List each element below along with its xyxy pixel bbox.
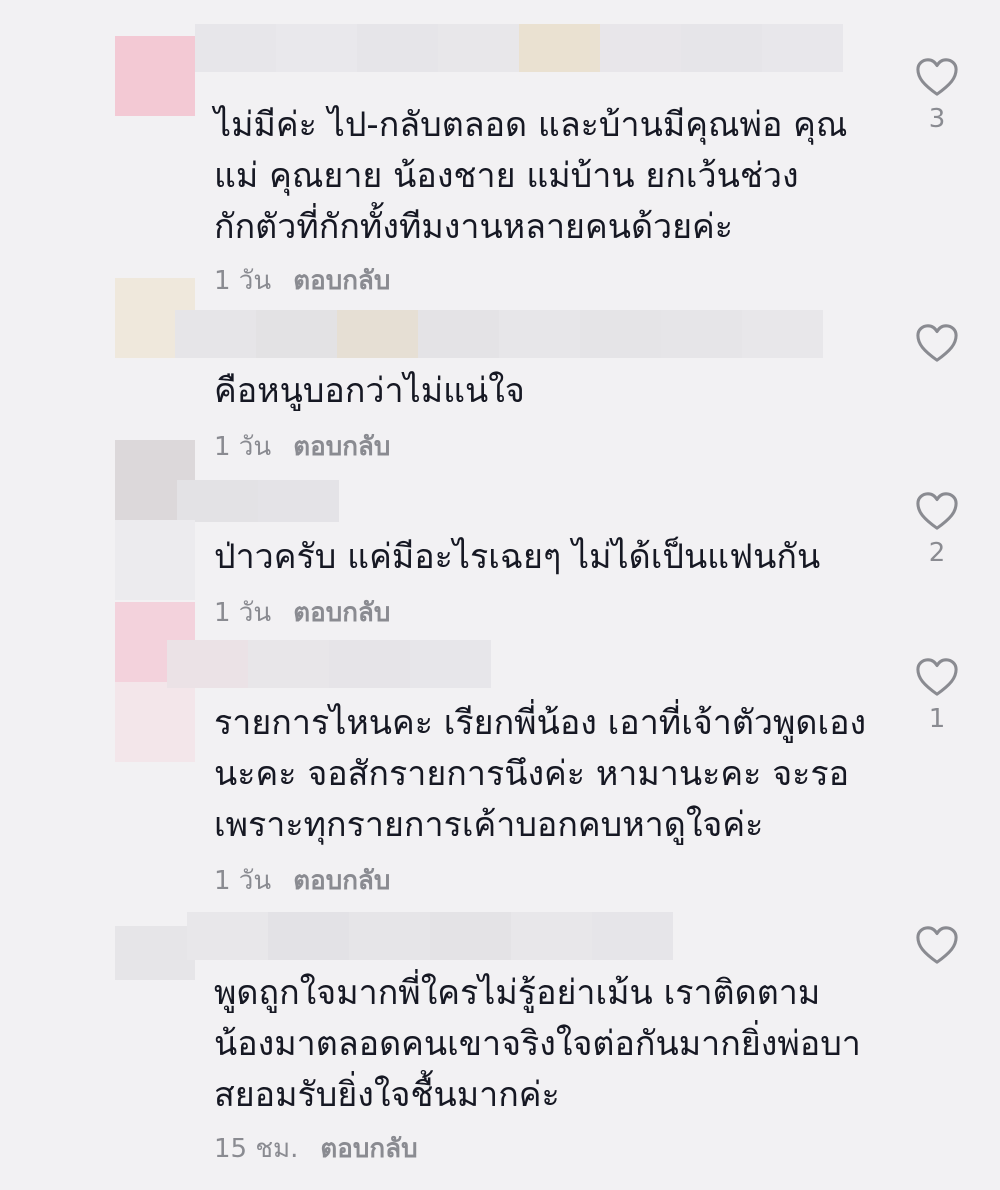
heart-icon bbox=[916, 492, 958, 530]
heart-icon bbox=[916, 658, 958, 696]
username-blur-block bbox=[600, 24, 681, 72]
username-blur-block bbox=[580, 310, 661, 358]
username-blur-block bbox=[187, 912, 268, 960]
reply-button[interactable]: ตอบกลับ bbox=[293, 426, 390, 467]
like-button[interactable] bbox=[912, 322, 962, 400]
heart-icon bbox=[916, 324, 958, 362]
comment-text: ป่าวครับ แค่มีอะไรเฉยๆ ไม่ได้เป็นแฟนกัน bbox=[214, 537, 821, 577]
username-blur-block bbox=[742, 310, 823, 358]
like-count bbox=[912, 370, 962, 400]
username-blur-block bbox=[418, 310, 499, 358]
like-button[interactable]: 2 bbox=[912, 490, 962, 568]
username-blur-block bbox=[268, 912, 349, 960]
like-button[interactable]: 1 bbox=[912, 656, 962, 734]
comment-time: 1 วัน bbox=[214, 266, 272, 296]
heart-icon bbox=[916, 926, 958, 964]
username-blur-block bbox=[438, 24, 519, 72]
username-blur-block bbox=[175, 310, 256, 358]
avatar-lower bbox=[115, 682, 195, 762]
comment-time: 1 วัน bbox=[214, 598, 272, 628]
username-blur-block bbox=[430, 912, 511, 960]
comment-time: 1 วัน bbox=[214, 866, 272, 896]
comment-text: ไม่มีค่ะ ไป-กลับตลอด และบ้านมีคุณพ่อ คุณ… bbox=[214, 105, 848, 247]
username-blur-block bbox=[256, 310, 337, 358]
comment-time: 1 วัน bbox=[214, 432, 272, 462]
username-blur-block bbox=[349, 912, 430, 960]
reply-button[interactable]: ตอบกลับ bbox=[293, 260, 390, 301]
comment-time: 15 ชม. bbox=[214, 1134, 299, 1164]
username-blur-block bbox=[661, 310, 742, 358]
username-blur-block bbox=[499, 310, 580, 358]
heart-icon bbox=[916, 58, 958, 96]
username-blurred[interactable] bbox=[187, 912, 673, 960]
like-count: 2 bbox=[928, 538, 946, 568]
reply-button[interactable]: ตอบกลับ bbox=[293, 592, 390, 633]
like-count: 1 bbox=[928, 704, 946, 734]
like-button[interactable] bbox=[912, 924, 962, 1002]
username-blur-block bbox=[762, 24, 843, 72]
username-blur-block bbox=[357, 24, 438, 72]
username-blur-block bbox=[177, 480, 258, 522]
username-blurred[interactable] bbox=[177, 480, 339, 522]
username-blurred[interactable] bbox=[195, 24, 843, 72]
reply-button[interactable]: ตอบกลับ bbox=[320, 1128, 417, 1169]
username-blur-block bbox=[276, 24, 357, 72]
username-blur-block bbox=[681, 24, 762, 72]
comment-meta: 1 วัน ตอบกลับ bbox=[214, 260, 390, 301]
like-button[interactable]: 3 bbox=[912, 56, 962, 134]
username-blur-block bbox=[248, 640, 329, 688]
like-count: 3 bbox=[928, 104, 946, 134]
avatar[interactable] bbox=[115, 36, 195, 116]
comment-text: รายการไหนคะ เรียกพี่น้อง เอาที่เจ้าตัวพู… bbox=[214, 703, 867, 845]
username-blur-block bbox=[410, 640, 491, 688]
username-blurred[interactable] bbox=[167, 640, 491, 688]
username-blur-block bbox=[337, 310, 418, 358]
reply-button[interactable]: ตอบกลับ bbox=[293, 860, 390, 901]
comment-meta: 1 วัน ตอบกลับ bbox=[214, 860, 390, 901]
comment-meta: 1 วัน ตอบกลับ bbox=[214, 592, 390, 633]
comment-text: พูดถูกใจมากพี่ใครไม่รู้อย่าเม้น เราติดตา… bbox=[214, 973, 861, 1115]
username-blur-block bbox=[329, 640, 410, 688]
avatar[interactable] bbox=[115, 926, 195, 980]
username-blur-block bbox=[258, 480, 339, 522]
comment-text: คือหนูบอกว่าไม่แน่ใจ bbox=[214, 371, 525, 411]
username-blur-block bbox=[592, 912, 673, 960]
username-blur-block bbox=[511, 912, 592, 960]
username-blur-block bbox=[519, 24, 600, 72]
comment-meta: 15 ชม. ตอบกลับ bbox=[214, 1128, 418, 1169]
comment-meta: 1 วัน ตอบกลับ bbox=[214, 426, 390, 467]
username-blurred[interactable] bbox=[175, 310, 823, 358]
like-count bbox=[912, 972, 962, 1002]
avatar-lower bbox=[115, 520, 195, 600]
username-blur-block bbox=[167, 640, 248, 688]
username-blur-block bbox=[195, 24, 276, 72]
